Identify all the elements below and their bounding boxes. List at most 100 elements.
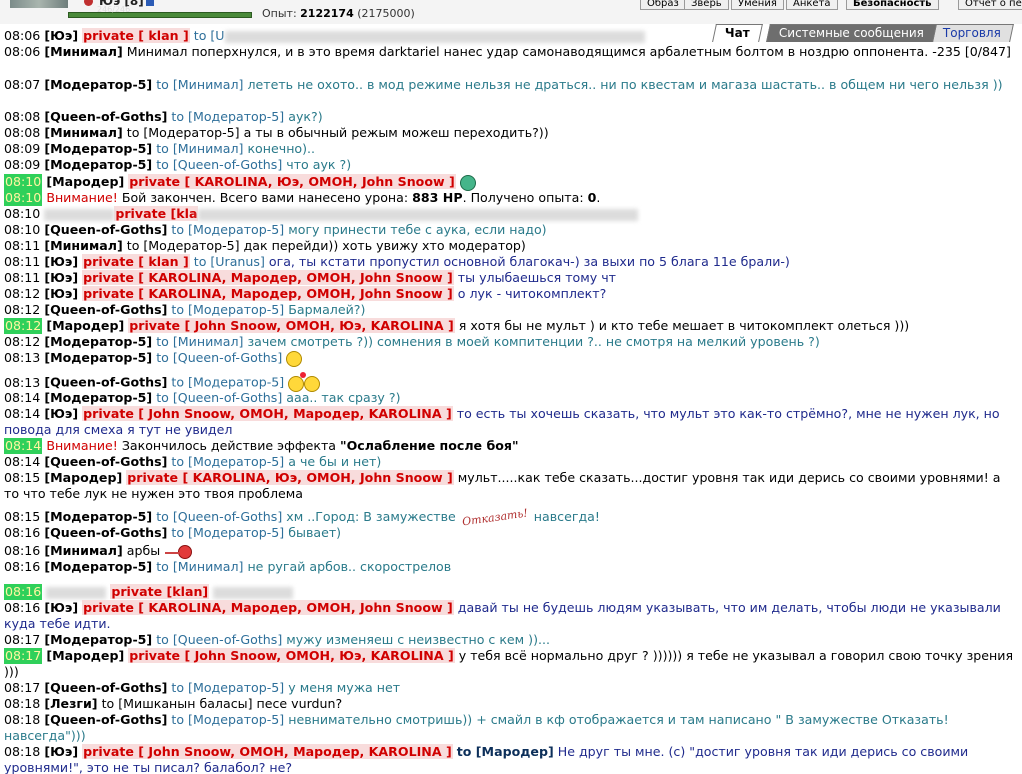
nick-link[interactable]: [Queen-of-Goths] [44,680,167,695]
chat-message: 08:09 [Модератор-5] to [Queen-of-Goths] … [4,157,352,172]
nick-link[interactable]: [Мародер] [46,648,124,663]
nick-link[interactable]: [Модератор-5] [44,632,152,647]
image-button[interactable]: Образ [640,0,686,10]
recipient-link[interactable]: to [Минимал] [156,77,243,92]
nick-link[interactable]: [Модератор-5] [44,141,152,156]
recipient-link[interactable]: to [Модератор-5] [171,454,284,469]
hp-bar: 246/246 [68,5,252,18]
recipient-link[interactable]: to [Минимал] [156,334,243,349]
info-icon[interactable] [145,0,154,6]
nick-link[interactable]: [Queen-of-Goths] [44,302,167,317]
recipient-link[interactable]: to [Модератор-5] [171,375,284,390]
clan-icon [84,0,93,6]
nick-link[interactable]: [Минимал] [44,125,122,140]
recipient-link[interactable]: to [Минимал] [156,559,243,574]
nick-link[interactable]: [Юэ] [44,286,78,301]
nick-link[interactable]: [Модератор-5] [44,559,152,574]
nick-link[interactable]: [Queen-of-Goths] [44,525,167,540]
chat-message: 08:16 private [klan] [4,584,1014,600]
nick-link[interactable]: [Queen-of-Goths] [44,375,167,390]
private-tag[interactable]: private [ John Snoow, ОМОН, Мародер, KAR… [82,744,453,759]
private-tag[interactable]: private [klan] [110,584,210,599]
recipient-link[interactable]: to [Модератор-5] [171,680,284,695]
chat-message: 08:16 [Модератор-5] to [Минимал] не руга… [4,559,452,574]
character-status-bar: Юэ [8] 246/246 Опыт: 2122174 (2175000) О… [0,0,1022,24]
nick-link[interactable]: [Модератор-5] [44,157,152,172]
private-tag[interactable]: private [ KAROLINA, Юэ, ОМОН, John Snoow… [128,174,456,189]
nick-link[interactable]: [Юэ] [44,744,78,759]
recipient-link[interactable]: to [Модератор-5] [127,238,240,253]
avatar[interactable] [10,0,68,8]
security-button[interactable]: Безопасность [846,0,939,10]
chat-message: 08:09 [Модератор-5] to [Минимал] конечно… [4,141,316,156]
recipient-link[interactable]: to [Модератор-5] [171,109,284,124]
private-tag[interactable]: private [ John Snoow, ОМОН, Мародер, KAR… [82,406,453,421]
private-tag[interactable]: private [ klan ] [82,254,190,269]
recipient-link[interactable]: to [U [194,28,225,43]
private-tag[interactable]: private [ KAROLINA, Мародер, ОМОН, John … [82,286,454,301]
pet-button[interactable]: Зверь [684,0,729,10]
chat-message: 08:11 [Юэ] private [ klan ] to [Uranus] … [4,254,790,269]
crossbow-smiley-icon [165,544,193,559]
nick-link[interactable]: [Модератор-5] [44,509,152,524]
chat-message: 08:13 [Модератор-5] to [Queen-of-Goths] [4,350,1014,367]
nick-link[interactable]: [Мародер] [46,174,124,189]
nick-link[interactable]: [Queen-of-Goths] [44,712,167,727]
nick-link[interactable]: [Юэ] [44,406,78,421]
nick-link[interactable]: [Queen-of-Goths] [44,454,167,469]
recipient-link[interactable]: to [Модератор-5] [127,125,240,140]
smiley-icon [459,174,476,191]
recipient-link[interactable]: to [Модератор-5] [171,222,284,237]
private-tag[interactable]: private [ KAROLINA, Юэ, ОМОН, John Snoow… [126,470,454,485]
tab-trade[interactable]: Торговля [930,24,1014,42]
recipient-link[interactable]: to [Queen-of-Goths] [156,350,282,365]
profile-button[interactable]: Анкета [786,0,838,10]
private-tag[interactable]: private [ klan ] [82,28,190,43]
nick-link[interactable]: [Минимал] [44,44,122,59]
nick-link[interactable]: [Лезги] [44,696,97,711]
skills-button[interactable]: Умения [731,0,784,10]
nick-link[interactable]: [Минимал] [44,543,122,558]
nick-link[interactable]: [Мародер] [44,470,122,485]
private-tag[interactable]: private [kla [114,206,199,221]
recipient-link[interactable]: to [Модератор-5] [171,712,284,727]
recipient-link[interactable]: to [Модератор-5] [171,525,284,540]
recipient-link[interactable]: to [Queen-of-Goths] [156,157,282,172]
nick-link[interactable]: [Юэ] [44,254,78,269]
chat-message: 08:16 [Queen-of-Goths] to [Модератор-5] … [4,525,342,540]
private-tag[interactable]: private [ John Snoow, ОМОН, Юэ, KAROLINA… [128,318,455,333]
chat-message: 08:12 [Мародер] private [ John Snoow, ОМ… [4,318,910,334]
nick-link[interactable]: [Юэ] [44,28,78,43]
nick-link[interactable]: [Queen-of-Goths] [44,109,167,124]
nick-link[interactable]: [Модератор-5] [44,77,152,92]
chat-message: 08:18 [Queen-of-Goths] to [Модератор-5] … [4,712,949,743]
tab-system-messages[interactable]: Системные сообщения [766,24,937,42]
nick-link[interactable]: [Юэ] [44,270,78,285]
chat-message: 08:18 [Лезги] to [Мишканын баласы] песе … [4,696,343,711]
nick-link[interactable]: [Модератор-5] [44,350,152,365]
nick-link[interactable]: [Минимал] [44,238,122,253]
smiley-icon [286,350,303,367]
recipient-link[interactable]: to [Queen-of-Goths] [156,390,282,405]
nick-link[interactable]: [Юэ] [44,600,78,615]
chat-message: 08:17 [Модератор-5] to [Queen-of-Goths] … [4,632,551,647]
private-tag[interactable]: private [ KAROLINA, Мародер, ОМОН, John … [82,600,454,615]
nick-link[interactable]: [Мародер] [46,318,124,333]
chat-message: 08:17 [Мародер] private [ John Snoow, ОМ… [4,648,1014,679]
chat-message: 08:12 [Юэ] private [ KAROLINA, Мародер, … [4,286,607,301]
private-tag[interactable]: private [ KAROLINA, Мародер, ОМОН, John … [82,270,454,285]
recipient-link[interactable]: to [Queen-of-Goths] [156,509,282,524]
recipient-link[interactable]: to [Минимал] [156,141,243,156]
nick-link[interactable]: [Модератор-5] [44,390,152,405]
nick-link[interactable]: [Модератор-5] [44,334,152,349]
report-button[interactable]: Отчет о пер [958,0,1022,10]
nick-link[interactable]: [Queen-of-Goths] [44,222,167,237]
recipient-link[interactable]: to [Мишканын баласы] [102,696,253,711]
recipient-link[interactable]: to [Queen-of-Goths] [156,632,282,647]
recipient-link[interactable]: to [Модератор-5] [171,302,284,317]
hp-value: 246/246 [97,5,131,14]
recipient-link[interactable]: to [Мародер] [457,744,554,759]
private-tag[interactable]: private [ John Snoow, ОМОН, Юэ, KAROLINA… [128,648,455,663]
recipient-link[interactable]: to [Uranus] [194,254,265,269]
tab-chat[interactable]: Чат [712,24,763,42]
